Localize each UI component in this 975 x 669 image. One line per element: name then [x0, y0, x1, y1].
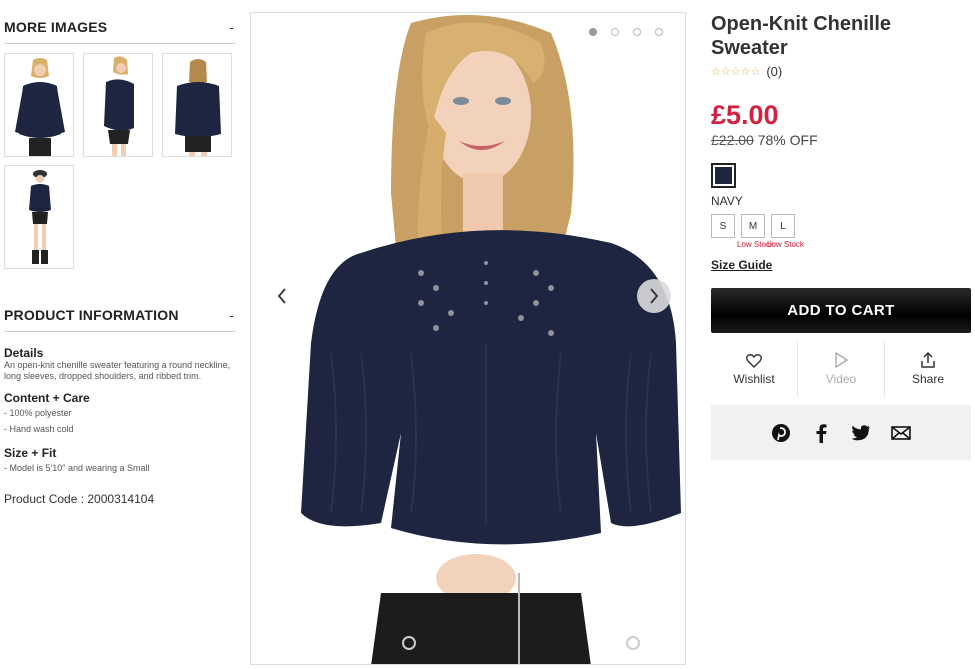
content-care-section: Content + Care - 100% polyester - Hand w…: [4, 391, 236, 437]
carousel-dot[interactable]: [655, 28, 663, 36]
product-information-collapse-toggle[interactable]: -: [229, 307, 236, 323]
chevron-left-icon: [277, 288, 286, 304]
carousel-dot[interactable]: [633, 28, 641, 36]
add-to-cart-button[interactable]: ADD TO CART: [711, 288, 971, 333]
size-option: L Low Stock: [767, 214, 804, 250]
size-option: M Low Stock: [737, 214, 774, 250]
details-text: An open-knit chenille sweater featuring …: [4, 360, 231, 381]
care-item: - 100% polyester: [4, 408, 72, 418]
details-section: Details An open-knit chenille sweater fe…: [4, 346, 236, 382]
care-item: - Hand wash cold: [4, 424, 74, 434]
size-guide-link[interactable]: Size Guide: [711, 258, 772, 272]
carousel-dot[interactable]: [611, 28, 619, 36]
product-title: Open-Knit Chenille Sweater: [711, 13, 891, 59]
size-s-button[interactable]: S: [711, 214, 735, 238]
thumbnail-back-view[interactable]: [162, 53, 232, 157]
star-rating-icon: ☆☆☆☆☆: [711, 66, 761, 78]
size-option: S: [711, 214, 735, 250]
main-product-image[interactable]: [250, 12, 686, 665]
size-fit-title: Size + Fit: [4, 446, 57, 460]
email-icon[interactable]: [890, 422, 912, 444]
low-stock-label: Low Stock: [737, 240, 774, 249]
thumbnail-side-view[interactable]: [83, 53, 153, 157]
play-icon: [835, 352, 848, 368]
twitter-icon[interactable]: [850, 422, 872, 444]
video-button[interactable]: Video: [797, 341, 884, 397]
size-selector: S M Low Stock L Low Stock: [711, 214, 971, 250]
more-images-collapse-toggle[interactable]: -: [229, 19, 236, 35]
more-images-header[interactable]: MORE IMAGES -: [4, 0, 236, 44]
original-price: £22.00: [711, 132, 754, 148]
social-share-bar: [711, 405, 971, 460]
heart-icon: [746, 353, 762, 368]
thumbnail-full-length-view[interactable]: [4, 165, 74, 269]
next-image-button[interactable]: [637, 279, 671, 313]
size-m-button[interactable]: M: [741, 214, 765, 238]
chevron-right-icon: [650, 288, 659, 304]
prev-image-button[interactable]: [267, 281, 297, 311]
product-details: Details An open-knit chenille sweater fe…: [4, 332, 236, 506]
product-code: Product Code : 2000314104: [4, 492, 155, 506]
video-label: Video: [825, 372, 857, 386]
discount-label: 78% OFF: [757, 132, 818, 148]
content-care-title: Content + Care: [4, 391, 90, 405]
size-fit-section: Size + Fit - Model is 5'10" and wearing …: [4, 446, 236, 476]
product-information-title: PRODUCT INFORMATION: [4, 306, 179, 323]
left-column: MORE IMAGES - PRODUCT INFORMATION - Deta…: [4, 0, 236, 506]
share-icon: [921, 352, 935, 368]
product-summary: Open-Knit Chenille Sweater ☆☆☆☆☆ (0) £5.…: [711, 12, 971, 460]
carousel-dots: [589, 28, 663, 36]
pinterest-icon[interactable]: [770, 422, 792, 444]
product-actions: Wishlist Video Share: [711, 341, 971, 397]
original-price-row: £22.00 78% OFF: [711, 132, 971, 148]
wishlist-label: Wishlist: [733, 371, 775, 386]
sale-price: £5.00: [711, 100, 779, 130]
product-information-header[interactable]: PRODUCT INFORMATION -: [4, 288, 236, 332]
low-stock-label: Low Stock: [767, 240, 804, 249]
fit-item: - Model is 5'10" and wearing a Small: [4, 463, 150, 473]
selected-color-name: NAVY: [711, 194, 743, 208]
more-images-title: MORE IMAGES: [4, 18, 108, 35]
thumbnail-front-view[interactable]: [4, 53, 74, 157]
facebook-icon[interactable]: [810, 422, 832, 444]
wishlist-button[interactable]: Wishlist: [711, 341, 797, 397]
share-button[interactable]: Share: [884, 341, 971, 397]
size-l-button[interactable]: L: [771, 214, 795, 238]
thumbnail-grid: [4, 44, 236, 269]
swatch-fill: [715, 167, 732, 184]
model-photo: [251, 13, 685, 664]
rating[interactable]: ☆☆☆☆☆ (0): [711, 64, 971, 79]
carousel-dot[interactable]: [589, 28, 597, 36]
details-title: Details: [4, 346, 44, 360]
review-count[interactable]: (0): [766, 64, 782, 79]
color-swatch-navy[interactable]: [711, 163, 736, 188]
share-label: Share: [911, 372, 945, 386]
